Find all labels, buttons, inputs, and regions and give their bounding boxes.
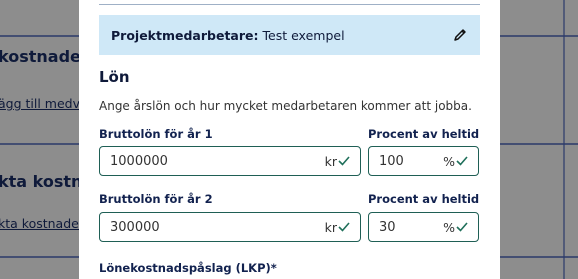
salary-year2-label: Bruttolön för år 2 (99, 192, 213, 206)
salary-year1-label: Bruttolön för år 1 (99, 127, 213, 141)
section-title: Lön (99, 68, 130, 86)
currency-unit: kr (324, 219, 337, 235)
currency-unit: kr (324, 153, 337, 169)
check-icon (456, 156, 468, 166)
banner-label: Projektmedarbetare: (111, 27, 259, 43)
background-divider (0, 143, 79, 145)
banner-value: Test exempel (262, 27, 345, 43)
background-divider (500, 143, 578, 145)
percent-year2-value: 30 (379, 219, 396, 235)
percent-year1-input[interactable]: 100 % (368, 146, 479, 176)
salary-modal: Projektmedarbetare: Test exempel Lön Ang… (79, 0, 500, 279)
section-description: Ange årslön och hur mycket medarbetaren … (99, 99, 472, 113)
salary-year2-value: 300000 (110, 219, 160, 235)
employee-banner: Projektmedarbetare: Test exempel (99, 15, 480, 55)
percent-year1-label: Procent av heltid (368, 127, 480, 141)
check-icon (338, 156, 350, 166)
check-icon (338, 222, 350, 232)
lkp-label: Lönekostnadspåslag (LKP)* (99, 261, 277, 275)
salary-year1-value: 1000000 (110, 153, 168, 169)
top-divider (99, 4, 480, 5)
background-border (563, 0, 565, 279)
background-divider (500, 35, 578, 37)
percent-year2-label: Procent av heltid (368, 192, 480, 206)
background-divider (0, 256, 79, 258)
percent-unit: % (443, 153, 455, 169)
background-divider (0, 35, 79, 37)
pencil-icon[interactable] (452, 27, 468, 43)
salary-year1-input[interactable]: 1000000 kr (99, 146, 361, 176)
background-heading: kostnader (0, 47, 89, 66)
check-icon (456, 222, 468, 232)
salary-year2-input[interactable]: 300000 kr (99, 212, 361, 242)
percent-year2-input[interactable]: 30 % (368, 212, 479, 242)
background-divider (500, 256, 578, 258)
percent-year1-value: 100 (379, 153, 404, 169)
percent-unit: % (443, 219, 455, 235)
